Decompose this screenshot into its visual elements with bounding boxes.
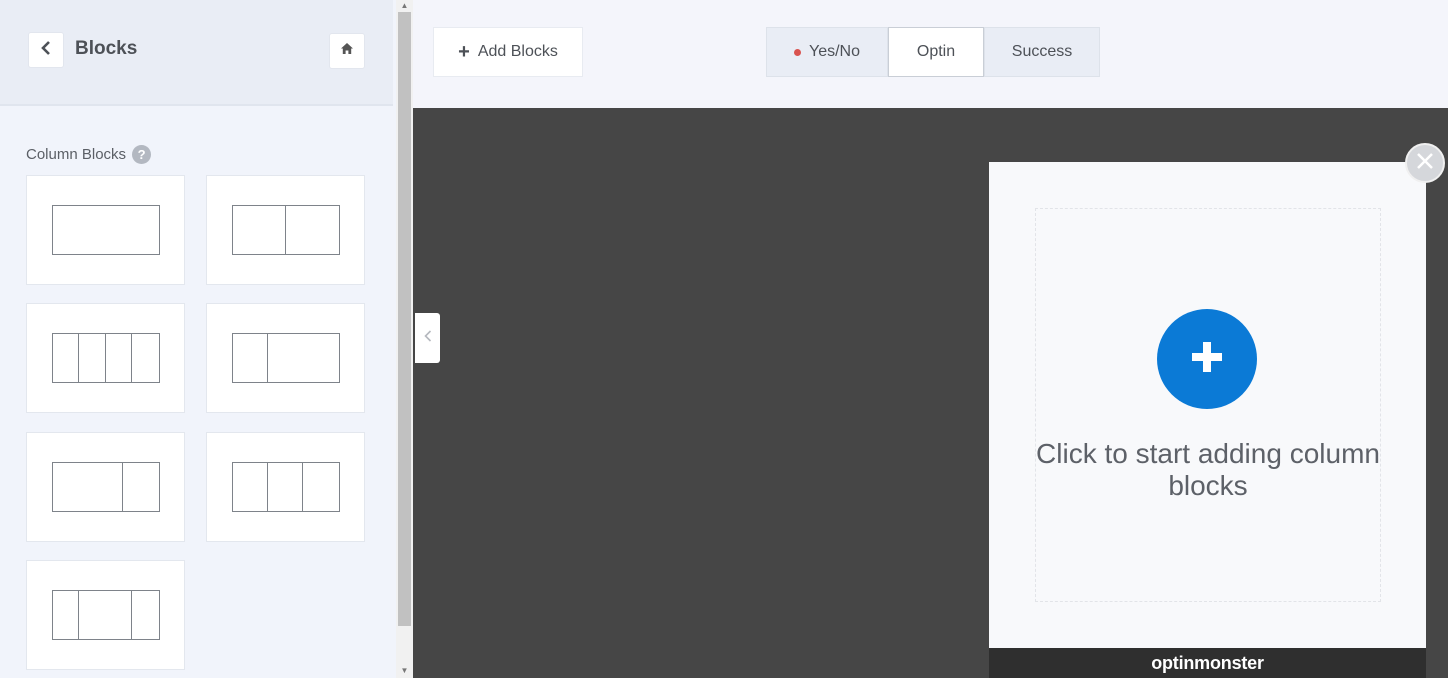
tab-optin[interactable]: Optin	[888, 27, 984, 77]
close-popup-button[interactable]	[1405, 143, 1445, 183]
tab-yes-no[interactable]: Yes/No	[766, 27, 888, 77]
column-block-1-1-1[interactable]	[206, 432, 365, 542]
layout-column	[132, 591, 159, 639]
column-block-1-3[interactable]	[206, 303, 365, 413]
layout-column	[53, 591, 79, 639]
column-block-1-1[interactable]	[206, 175, 365, 285]
layout-column	[233, 206, 286, 254]
layout-column	[286, 206, 339, 254]
column-layout-icon	[51, 205, 160, 255]
layout-column	[268, 334, 339, 382]
layout-column	[268, 463, 304, 511]
column-layout-icon	[51, 462, 160, 512]
tab-label: Optin	[916, 43, 956, 60]
add-blocks-label: Add Blocks	[477, 43, 558, 60]
column-blocks-label: Column Blocks ?	[26, 145, 152, 164]
view-tabs: Yes/No Optin Success	[766, 27, 1100, 77]
chevron-left-icon	[423, 329, 432, 347]
scroll-up-arrow-icon[interactable]: ▲	[398, 2, 411, 10]
column-layout-icon	[231, 205, 340, 255]
add-blocks-button[interactable]: + Add Blocks	[433, 27, 583, 77]
brand-footer: optinmonster	[989, 648, 1426, 678]
layout-column	[132, 334, 159, 382]
plus-icon	[1190, 340, 1224, 379]
layout-column	[233, 463, 268, 511]
add-column-block-button[interactable]	[1157, 309, 1257, 409]
layout-column	[233, 334, 268, 382]
status-dot-icon	[794, 48, 801, 56]
back-button[interactable]	[29, 33, 63, 67]
column-layout-icon	[231, 333, 340, 383]
tab-label: Success	[1011, 43, 1073, 60]
layout-column	[303, 463, 338, 511]
column-layout-icon	[231, 462, 340, 512]
tab-success[interactable]: Success	[984, 27, 1100, 77]
collapse-sidebar-button[interactable]	[415, 313, 440, 363]
layout-column	[79, 334, 106, 382]
optinmonster-logo: optinmonster	[1151, 652, 1264, 673]
sidebar-title: Blocks	[75, 38, 138, 59]
layout-column	[106, 334, 132, 382]
home-button[interactable]	[330, 34, 364, 68]
layout-column	[53, 463, 124, 511]
help-icon[interactable]: ?	[132, 145, 152, 164]
scrollbar-thumb[interactable]	[398, 12, 411, 626]
home-icon	[340, 42, 354, 60]
layout-column	[53, 334, 79, 382]
column-block-3-1[interactable]	[26, 432, 185, 542]
column-block-1-1-1-1[interactable]	[26, 303, 185, 413]
layout-column	[123, 463, 158, 511]
layout-column	[79, 591, 132, 639]
column-block-1-2-1[interactable]	[26, 560, 185, 670]
section-label-text: Column Blocks	[26, 146, 127, 163]
chevron-left-icon	[40, 40, 52, 60]
close-icon	[1416, 152, 1434, 175]
empty-state-message: Click to start adding column blocks	[1036, 438, 1380, 501]
column-block-1[interactable]	[26, 175, 185, 285]
plus-icon: +	[458, 41, 470, 63]
scroll-down-arrow-icon[interactable]: ▼	[398, 667, 411, 675]
layout-column	[53, 206, 159, 254]
tab-label: Yes/No	[809, 43, 860, 60]
column-layout-icon	[51, 590, 160, 640]
column-layout-icon	[51, 333, 160, 383]
